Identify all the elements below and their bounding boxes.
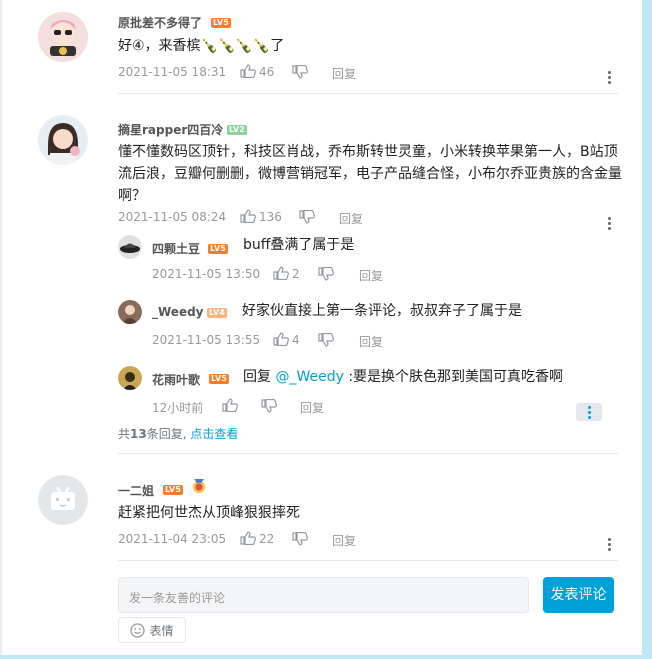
- like-count: 46: [259, 65, 275, 79]
- tv-placeholder-icon: [38, 475, 88, 525]
- reply-button[interactable]: 回复: [332, 532, 356, 549]
- reply-button[interactable]: 回复: [359, 333, 383, 350]
- thumbs-up-icon[interactable]: [240, 64, 256, 78]
- level-badge: LV5: [211, 18, 231, 28]
- view-all-replies-link[interactable]: 点击查看: [190, 427, 238, 441]
- reply-avatar[interactable]: [118, 235, 142, 259]
- thumbs-up-icon[interactable]: [240, 209, 256, 223]
- reply-avatar[interactable]: [118, 366, 142, 390]
- username[interactable]: 一二姐: [118, 482, 154, 499]
- avatar[interactable]: [38, 12, 88, 62]
- like-count: 22: [259, 532, 275, 546]
- comment-time: 2021-11-04 23:05: [118, 532, 227, 546]
- avatar-image-icon: [118, 300, 142, 324]
- like-count: 136: [259, 210, 282, 224]
- bottom-strip: [0, 655, 652, 659]
- reply-avatar[interactable]: [118, 300, 142, 324]
- thumbs-up-icon[interactable]: [273, 332, 289, 346]
- comment-time: 2021-11-05 08:24: [118, 210, 227, 224]
- reply-count-suffix: 条回复,: [146, 427, 187, 441]
- thumbs-down-icon[interactable]: [318, 267, 334, 281]
- avatar[interactable]: [38, 475, 88, 525]
- username[interactable]: 花雨叶歌: [152, 371, 200, 388]
- divider: [118, 93, 618, 94]
- thumbs-up-icon[interactable]: [240, 531, 256, 545]
- reply-body: :要是换个肤色那到美国可真吃香啊: [348, 369, 564, 385]
- smiley-icon: [130, 622, 146, 638]
- reply-count-summary: 共13条回复, 点击查看: [118, 425, 238, 442]
- level-badge: LV5: [208, 244, 228, 254]
- avatar-image-icon: [38, 12, 88, 62]
- avatar-image-icon: [38, 115, 88, 165]
- reply-button[interactable]: 回复: [359, 267, 383, 284]
- thumbs-down-icon[interactable]: [292, 65, 308, 79]
- comment-text: 赶紧把何世杰从顶峰狠狠摔死: [118, 505, 300, 521]
- reply-button[interactable]: 回复: [339, 210, 363, 227]
- thumbs-down-icon[interactable]: [318, 333, 334, 347]
- submit-comment-button[interactable]: 发表评论: [543, 577, 614, 613]
- reply-button[interactable]: 回复: [332, 65, 356, 82]
- left-border: [0, 0, 2, 659]
- comment-time: 2021-11-05 18:31: [118, 65, 227, 79]
- thumbs-up-icon[interactable]: [273, 266, 289, 280]
- medal-icon: [193, 479, 205, 493]
- avatar-image-icon: [118, 366, 142, 390]
- username[interactable]: 原批差不多得了: [118, 14, 202, 31]
- username[interactable]: 摘星rapper四百冷: [118, 121, 223, 138]
- reply-text: 好家伙直接上第一条评论，叔叔弃子了属于是: [242, 303, 522, 319]
- reply-time: 12小时前: [152, 401, 204, 415]
- divider: [118, 453, 618, 454]
- thumbs-down-icon[interactable]: [299, 210, 315, 224]
- like-count: 4: [292, 333, 300, 347]
- level-badge: LV5: [163, 485, 183, 495]
- thumbs-up-icon[interactable]: [222, 398, 238, 412]
- more-options-icon[interactable]: [596, 535, 622, 553]
- emoji-button[interactable]: 表情: [118, 617, 186, 643]
- emoji-label: 表情: [149, 623, 174, 638]
- reply-button[interactable]: 回复: [300, 399, 324, 416]
- reply-count-prefix: 共: [118, 427, 131, 441]
- like-count: 2: [292, 267, 300, 281]
- mention-link[interactable]: @_Weedy: [275, 369, 343, 385]
- level-badge: LV4: [207, 308, 227, 318]
- right-scroll-strip: [642, 0, 652, 659]
- username[interactable]: 四颗土豆: [152, 240, 200, 257]
- comment-input[interactable]: 发一条友善的评论: [118, 577, 529, 613]
- comment-text: 好④，来香槟🍾🍾🍾🍾了: [118, 38, 285, 54]
- username[interactable]: _Weedy: [152, 305, 204, 319]
- comment-text: 懂不懂数码区顶针，科技区肖战，乔布斯转世灵童，小米转换苹果第一人，B站顶流后浪，…: [118, 144, 622, 204]
- level-badge: LV2: [227, 125, 247, 135]
- more-options-icon[interactable]: [596, 214, 622, 232]
- reply-time: 2021-11-05 13:55: [152, 333, 261, 347]
- reply-text: buff叠满了属于是: [243, 237, 355, 253]
- reply-count: 13: [130, 427, 147, 441]
- level-badge: LV5: [209, 374, 229, 384]
- thumbs-down-icon[interactable]: [261, 399, 277, 413]
- reply-text: 回复 @_Weedy :要是换个肤色那到美国可真吃香啊: [243, 366, 563, 388]
- thumbs-down-icon[interactable]: [292, 532, 308, 546]
- more-options-icon[interactable]: [596, 68, 622, 86]
- avatar[interactable]: [38, 115, 88, 165]
- reply-prefix: 回复: [243, 369, 271, 385]
- more-options-icon[interactable]: [576, 403, 602, 421]
- reply-time: 2021-11-05 13:50: [152, 267, 261, 281]
- avatar-image-icon: [118, 235, 142, 259]
- divider: [118, 560, 618, 561]
